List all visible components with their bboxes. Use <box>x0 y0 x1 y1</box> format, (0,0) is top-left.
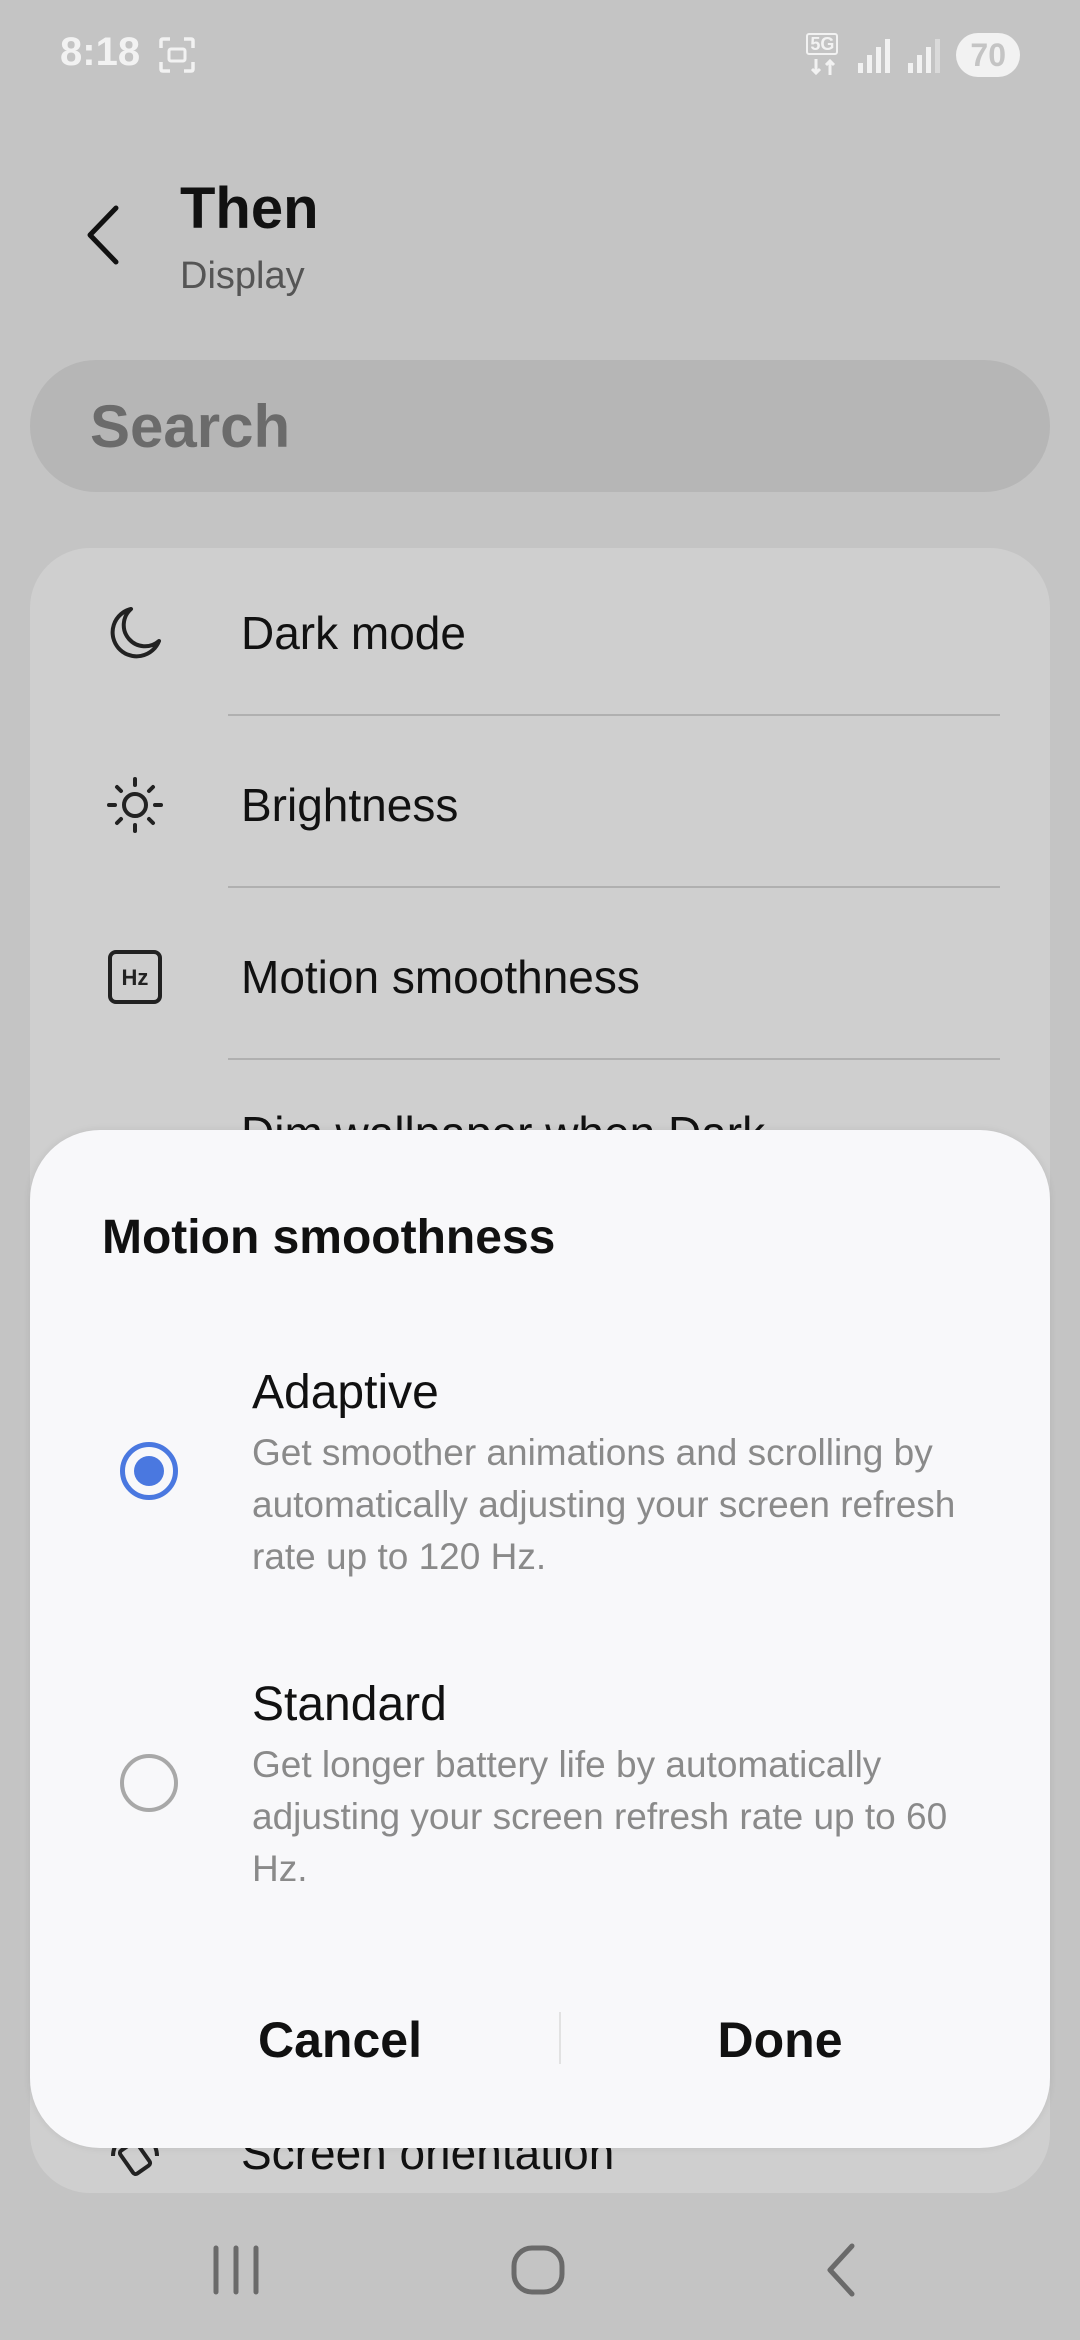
settings-item-motion-smoothness[interactable]: Hz Motion smoothness <box>30 892 1050 1064</box>
network-5g-icon: 5G <box>806 33 842 77</box>
battery-indicator: 70 <box>956 33 1020 77</box>
status-time: 8:18 <box>60 30 141 74</box>
settings-item-label: Dark mode <box>241 607 466 659</box>
home-icon[interactable] <box>508 2240 568 2300</box>
status-icons: 5G 70 <box>806 30 1020 80</box>
option-title: Standard <box>252 1678 447 1731</box>
recents-icon[interactable] <box>208 2242 264 2298</box>
option-adaptive[interactable]: Adaptive Get smoother animations and scr… <box>30 1355 1050 1615</box>
sun-icon <box>107 777 163 833</box>
signal-icon <box>858 39 891 73</box>
chevron-left-icon <box>87 205 119 265</box>
divider <box>228 886 1000 888</box>
signal-icon-2 <box>908 39 941 73</box>
radio-standard[interactable] <box>120 1754 178 1812</box>
done-button[interactable]: Done <box>560 2000 1000 2080</box>
option-description: Get smoother animations and scrolling by… <box>252 1432 956 1577</box>
navigation-bar <box>0 2200 1080 2340</box>
back-icon[interactable] <box>818 2240 868 2300</box>
back-button[interactable] <box>80 200 130 270</box>
motion-smoothness-dialog: Motion smoothness Adaptive Get smoother … <box>30 1130 1050 2148</box>
settings-item-dark-mode[interactable]: Dark mode <box>30 548 1050 720</box>
moon-icon <box>110 607 161 659</box>
settings-item-label: Motion smoothness <box>241 951 640 1003</box>
settings-item-label: Brightness <box>241 779 459 831</box>
option-description: Get longer battery life by automatically… <box>252 1744 948 1889</box>
option-title: Adaptive <box>252 1366 439 1419</box>
page-title: Then <box>180 176 319 241</box>
settings-item-brightness[interactable]: Brightness <box>30 720 1050 892</box>
divider <box>228 714 1000 716</box>
search-input[interactable]: Search <box>30 360 1050 492</box>
screenshot-icon <box>158 36 196 74</box>
dialog-title: Motion smoothness <box>102 1211 556 1264</box>
page-subtitle: Display <box>180 255 305 297</box>
hz-icon: Hz <box>108 950 162 1004</box>
radio-adaptive[interactable] <box>120 1442 178 1500</box>
divider <box>228 1058 1000 1060</box>
svg-text:Hz: Hz <box>122 965 149 990</box>
option-standard[interactable]: Standard Get longer battery life by auto… <box>30 1667 1050 1927</box>
cancel-button[interactable]: Cancel <box>120 2000 560 2080</box>
